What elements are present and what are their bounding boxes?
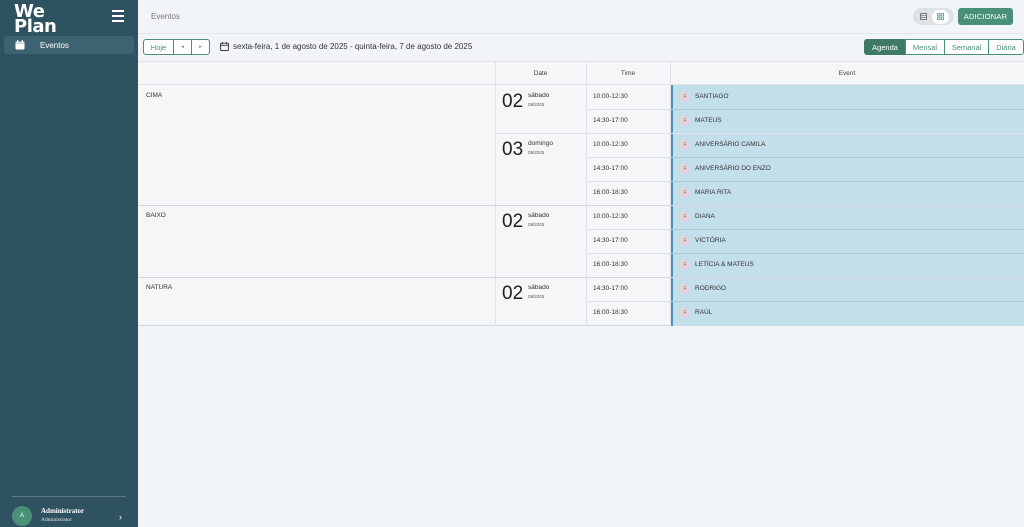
event-row-divider: [670, 109, 1024, 110]
event-type-badge: F: [680, 116, 690, 126]
event-name[interactable]: RAÚL: [695, 309, 712, 316]
column-header-event: Event: [838, 69, 856, 77]
add-button[interactable]: ADICIONAR: [958, 8, 1013, 25]
event-name[interactable]: MATEUS: [695, 117, 722, 124]
event-time: 14:30-17:00: [593, 117, 628, 124]
event-type-badge: F: [680, 260, 690, 270]
event-time: 10:00-12:30: [593, 213, 628, 220]
event-name[interactable]: MARIA RITA: [695, 189, 731, 196]
day-weekday: sábado: [528, 212, 550, 219]
column-divider: [586, 62, 587, 326]
event-type-badge: F: [680, 164, 690, 174]
event-time: 16:00-18:30: [593, 309, 628, 316]
prev-button[interactable]: ◂: [173, 39, 192, 55]
day-weekday: sábado: [528, 92, 550, 99]
day-number: 02: [502, 91, 524, 112]
column-divider: [495, 62, 496, 326]
event-type-badge: F: [680, 92, 690, 102]
event-name[interactable]: RODRIGO: [695, 285, 726, 292]
day-number: 02: [502, 283, 524, 304]
grid-view-icon[interactable]: [932, 9, 949, 24]
agenda-table: Date Time Event CIMA 02 sábado 08/2025 10:00…: [138, 61, 1024, 326]
column-header-time: Time: [620, 69, 636, 77]
day-weekday: domingo: [528, 140, 553, 147]
sidebar-item-label: Eventos: [40, 40, 69, 50]
sidebar-item-eventos[interactable]: Eventos: [4, 36, 134, 54]
event-name[interactable]: VICTÓRIA: [695, 237, 726, 244]
date-divider: [495, 133, 1024, 134]
user-role: Administrator: [41, 517, 72, 523]
day-weekday: sábado: [528, 284, 550, 291]
day-month: 08/2025: [528, 150, 545, 155]
calendar-range-icon: [220, 42, 229, 51]
column-header-date: Date: [533, 69, 548, 77]
date-range-label: sexta-feira, 1 de agosto de 2025 - quint…: [233, 42, 473, 51]
header-divider: [138, 33, 1024, 34]
sidebar: We Plan Eventos A Administrator Administ…: [0, 0, 138, 527]
view-toggle: [913, 8, 954, 25]
view-mode-tabs: Agenda Mensal Semanal Diária: [864, 39, 1024, 55]
event-time: 16:00-18:30: [593, 189, 628, 196]
day-month: 08/2025: [528, 294, 545, 299]
location-name: BAIXO: [146, 212, 166, 219]
location-divider: [138, 205, 1024, 206]
event-type-badge: F: [680, 140, 690, 150]
event-row-divider: [670, 181, 1024, 182]
hamburger-menu-icon[interactable]: [112, 10, 124, 22]
day-month: 08/2025: [528, 222, 545, 227]
day-month: 08/2025: [528, 102, 545, 107]
today-button[interactable]: Hoje: [143, 39, 174, 55]
sidebar-divider: [12, 496, 126, 497]
user-name: Administrator: [41, 507, 85, 515]
event-row-divider: [670, 229, 1024, 230]
event-name[interactable]: ANIVERSÁRIO CAMILA: [695, 141, 765, 148]
next-button[interactable]: ▸: [191, 39, 210, 55]
event-type-badge: F: [680, 236, 690, 246]
event-type-badge: F: [680, 308, 690, 318]
event-time: 10:00-12:30: [593, 141, 628, 148]
event-row-divider: [670, 157, 1024, 158]
logo-line-2: Plan: [14, 16, 57, 37]
event-type-badge: F: [680, 284, 690, 294]
location-name: CIMA: [146, 92, 163, 99]
event-type-badge: F: [680, 188, 690, 198]
event-time: 14:30-17:00: [593, 285, 628, 292]
event-row-divider: [670, 253, 1024, 254]
event-name[interactable]: ANIVERSÁRIO DO ENZO: [695, 165, 771, 172]
event-name[interactable]: LETÍCIA & MATEUS: [695, 261, 754, 268]
calendar-icon: [15, 40, 25, 50]
event-type-badge: F: [680, 212, 690, 222]
weplan-logo[interactable]: We Plan: [14, 3, 57, 37]
event-time: 16:00-18:30: [593, 261, 628, 268]
header-row-divider: [138, 84, 1024, 85]
user-avatar[interactable]: A: [12, 506, 32, 526]
event-name[interactable]: DIANA: [695, 213, 715, 220]
list-view-icon[interactable]: [915, 10, 932, 24]
event-time: 14:30-17:00: [593, 165, 628, 172]
event-time: 10:00-12:30: [593, 93, 628, 100]
page-title: Eventos: [151, 12, 180, 21]
chevron-right-icon[interactable]: ›: [119, 512, 122, 522]
event-row-divider: [670, 301, 1024, 302]
date-navigation: Hoje ◂ ▸: [143, 39, 210, 55]
day-number: 02: [502, 211, 524, 232]
location-divider: [138, 277, 1024, 278]
day-number: 03: [502, 139, 524, 160]
column-divider: [670, 62, 671, 326]
tab-mensal[interactable]: Mensal: [905, 39, 945, 55]
tab-diaria[interactable]: Diária: [988, 39, 1024, 55]
location-name: NATURA: [146, 284, 173, 291]
tab-semanal[interactable]: Semanal: [944, 39, 989, 55]
event-time: 14:30-17:00: [593, 237, 628, 244]
event-name[interactable]: SANTIAGO: [695, 93, 729, 100]
tab-agenda[interactable]: Agenda: [864, 39, 906, 55]
